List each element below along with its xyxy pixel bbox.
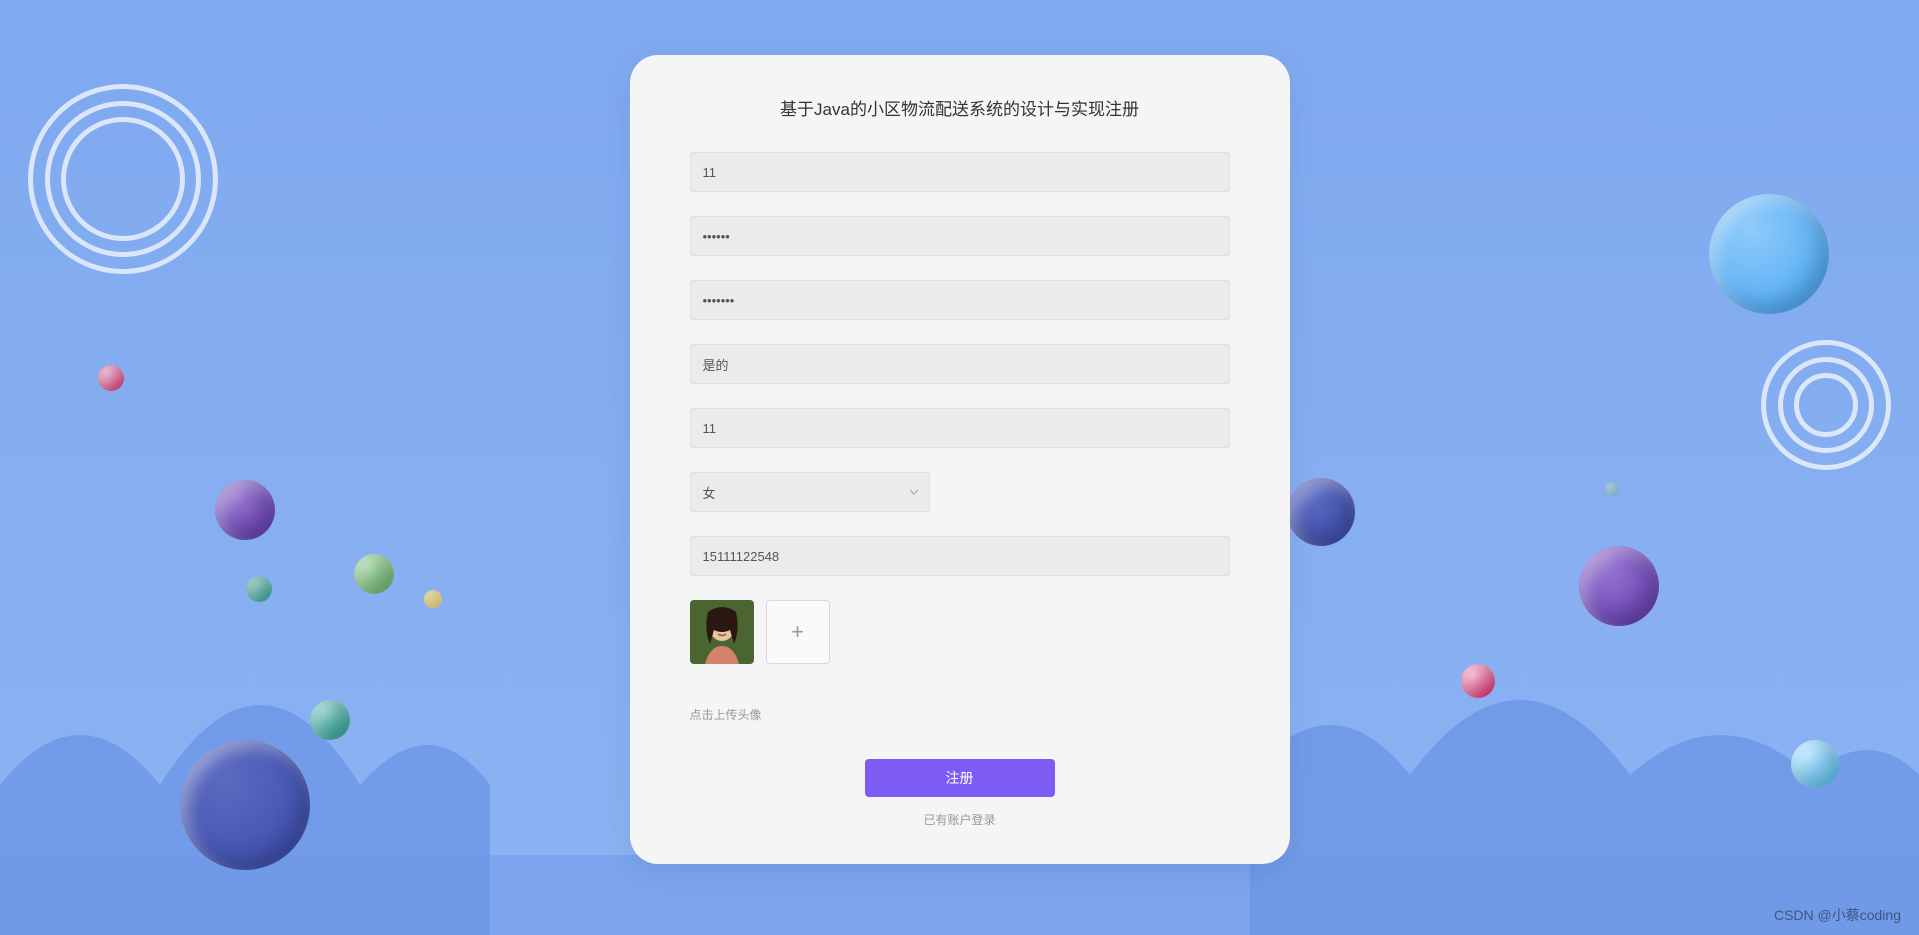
decorative-ball xyxy=(98,365,124,391)
register-card: 基于Java的小区物流配送系统的设计与实现注册 + 点击上传头像 xyxy=(630,55,1290,864)
decorative-ball xyxy=(180,740,310,870)
decorative-ball xyxy=(1605,482,1619,496)
upload-avatar-button[interactable]: + xyxy=(766,600,830,664)
password-input[interactable] xyxy=(690,216,1230,256)
decorative-ball xyxy=(1287,478,1355,546)
phone-input[interactable] xyxy=(690,536,1230,576)
page-title: 基于Java的小区物流配送系统的设计与实现注册 xyxy=(690,95,1230,120)
decorative-ball xyxy=(354,554,394,594)
realname-input[interactable] xyxy=(690,344,1230,384)
watermark: CSDN @小蔡coding xyxy=(1774,905,1901,925)
decorative-rings-icon xyxy=(1761,340,1891,470)
age-input[interactable] xyxy=(690,408,1230,448)
decorative-ball xyxy=(1791,740,1839,788)
login-link[interactable]: 已有账户登录 xyxy=(690,811,1230,828)
username-input[interactable] xyxy=(690,152,1230,192)
decorative-ball xyxy=(424,590,442,608)
decorative-rings-icon xyxy=(28,84,218,274)
upload-hint: 点击上传头像 xyxy=(690,706,1230,723)
register-button[interactable]: 注册 xyxy=(865,759,1055,797)
gender-select[interactable] xyxy=(690,472,930,512)
plus-icon: + xyxy=(791,619,804,645)
decorative-ball xyxy=(310,700,350,740)
decorative-ball xyxy=(215,480,275,540)
avatar-preview[interactable] xyxy=(690,600,754,664)
decorative-ball xyxy=(1579,546,1659,626)
password-confirm-input[interactable] xyxy=(690,280,1230,320)
decorative-ball xyxy=(1461,664,1495,698)
decorative-ball xyxy=(1709,194,1829,314)
decorative-ball xyxy=(246,576,272,602)
